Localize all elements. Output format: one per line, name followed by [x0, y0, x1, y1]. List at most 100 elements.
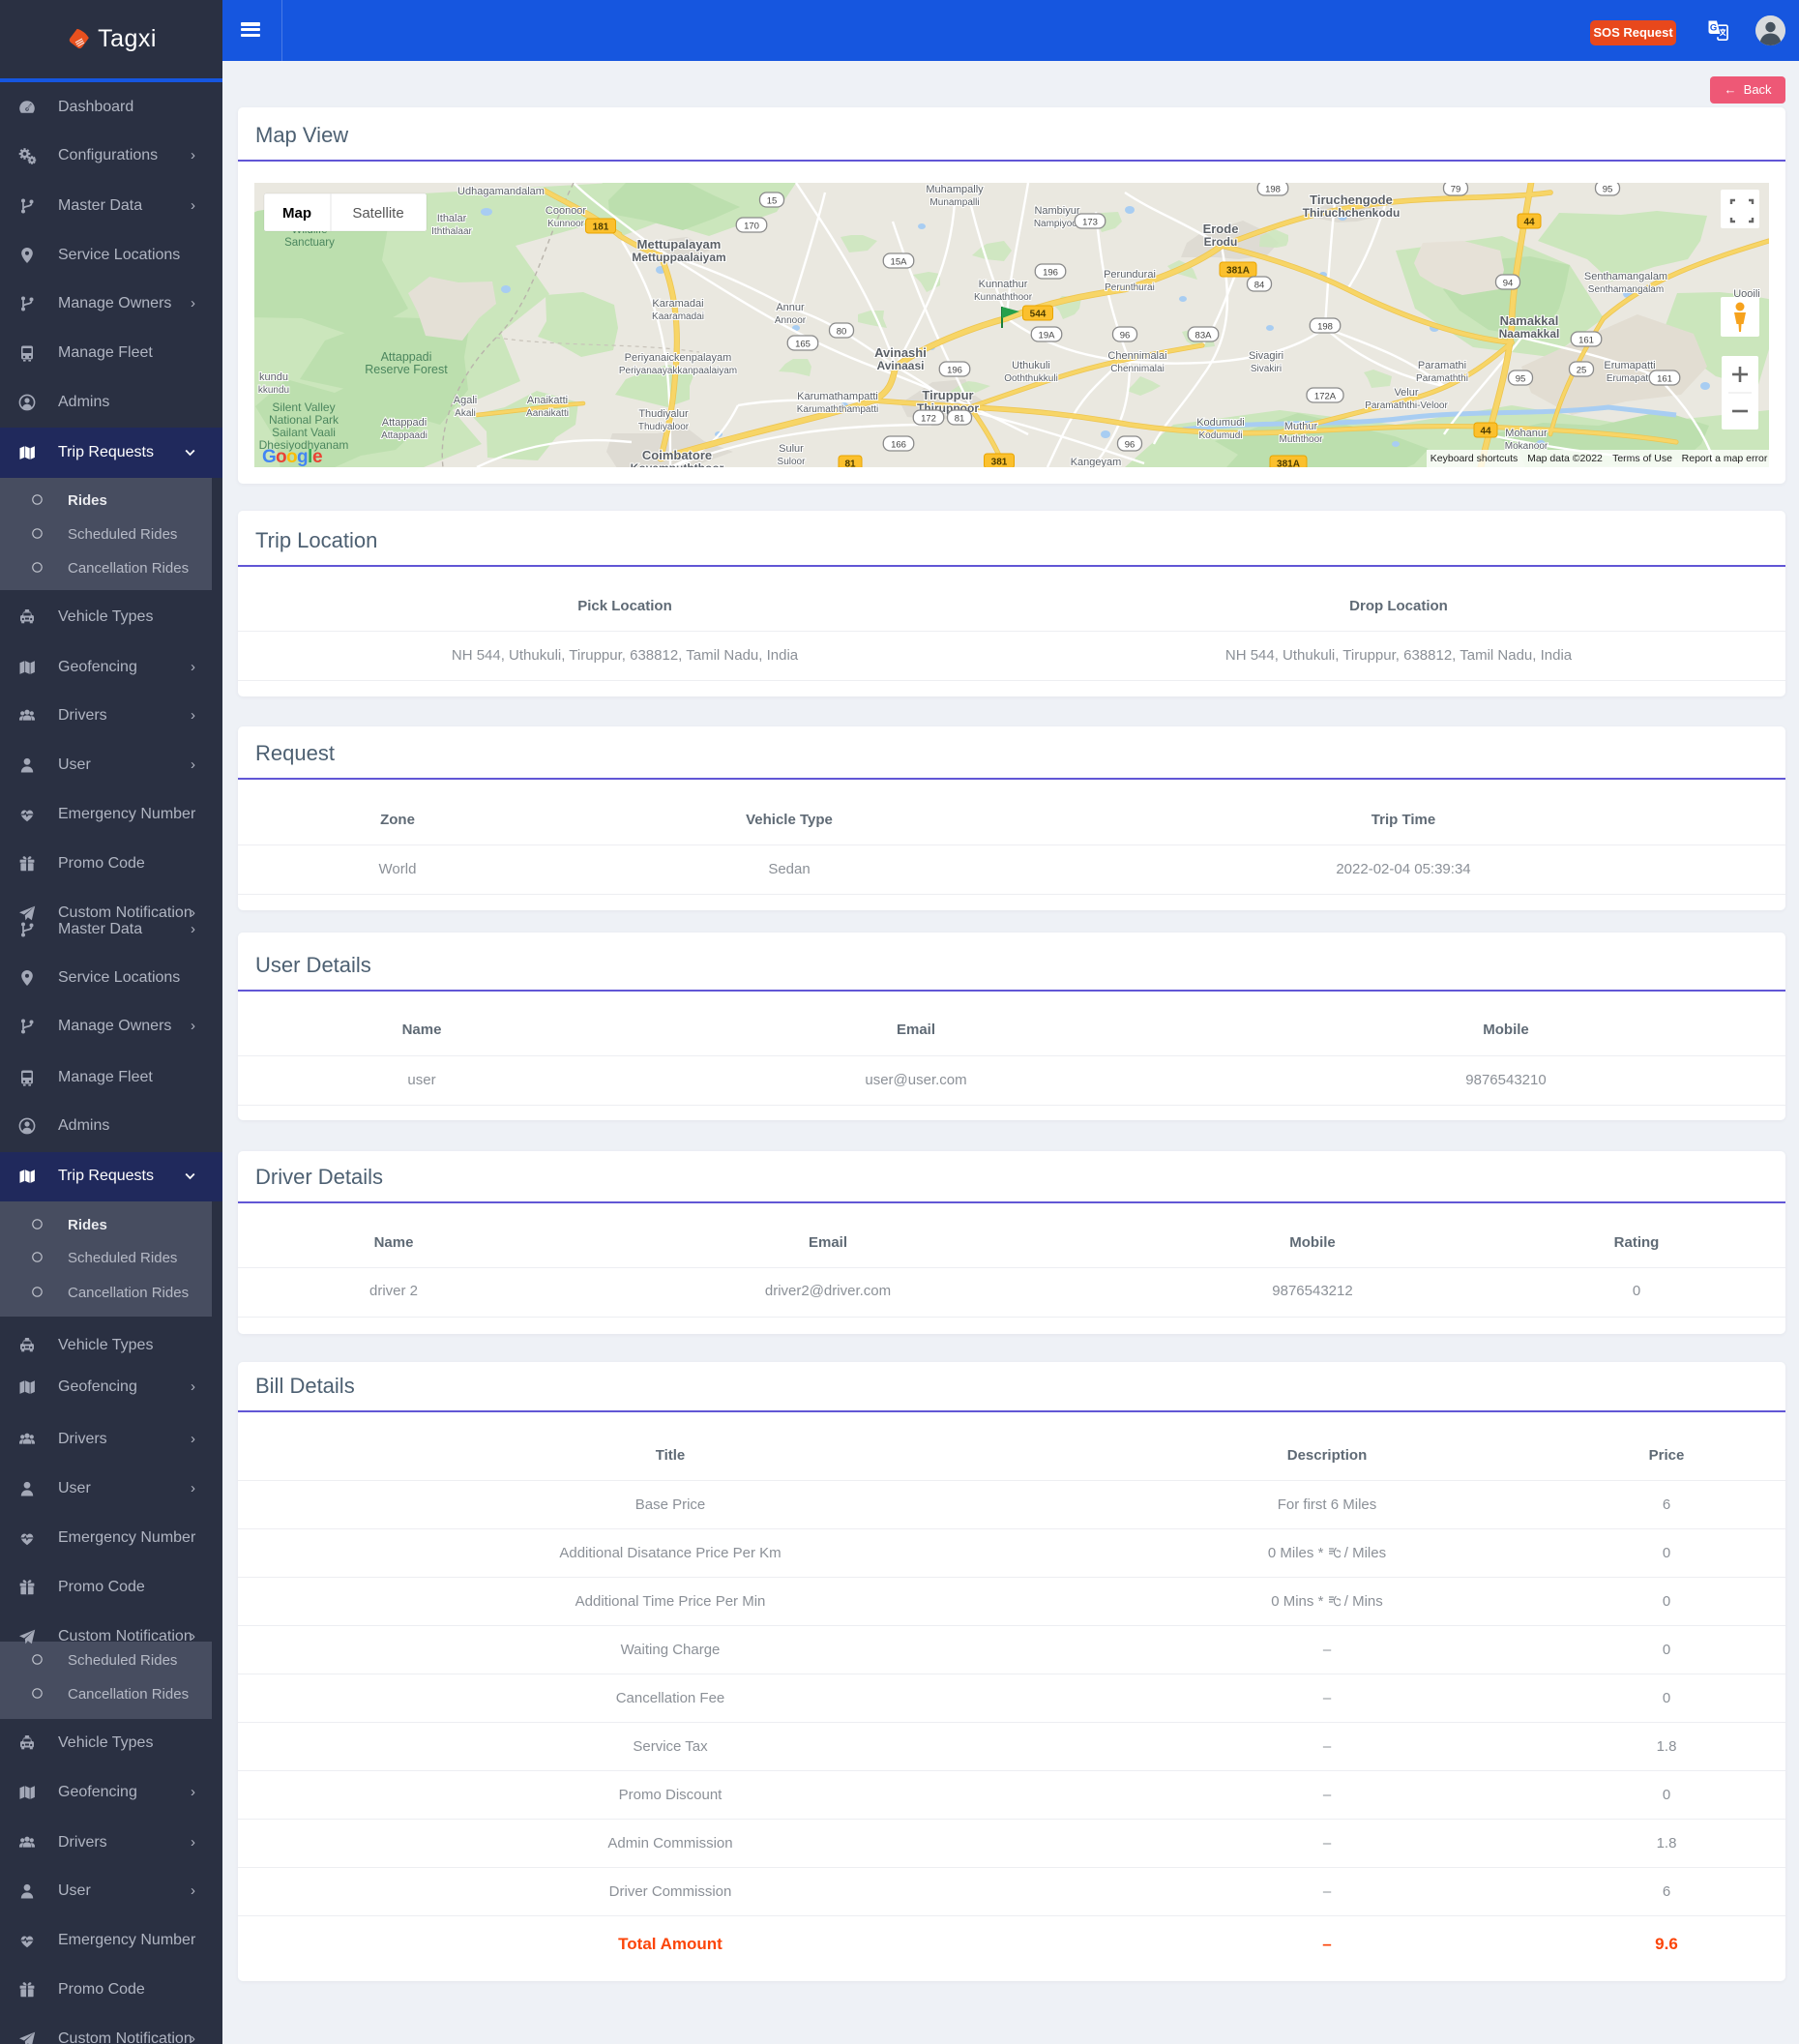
svg-text:Suloor: Suloor — [778, 457, 807, 467]
svg-text:Munampalli: Munampalli — [929, 197, 979, 208]
svg-text:Mettupalayam: Mettupalayam — [637, 237, 722, 252]
svg-text:Mettuppaalaiyam: Mettuppaalaiyam — [632, 251, 725, 264]
svg-text:Avinaasi: Avinaasi — [877, 359, 925, 372]
svg-text:80: 80 — [837, 327, 847, 338]
svg-text:Sivagiri: Sivagiri — [1249, 350, 1283, 362]
svg-text:15A: 15A — [891, 257, 908, 268]
svg-text:Paramathi: Paramathi — [1418, 360, 1466, 371]
svg-text:Avinashi: Avinashi — [874, 345, 927, 360]
svg-text:Map data ©2022: Map data ©2022 — [1527, 453, 1603, 464]
svg-text:Kodumudi: Kodumudi — [1196, 417, 1245, 429]
svg-text:19A: 19A — [1039, 331, 1056, 341]
svg-text:Chennimalai: Chennimalai — [1110, 364, 1165, 374]
svg-text:Kaaramadai: Kaaramadai — [652, 311, 704, 322]
svg-text:Karumathampatti: Karumathampatti — [797, 391, 878, 402]
svg-text:Karumaththampatti: Karumaththampatti — [797, 404, 879, 415]
svg-text:o: o — [276, 447, 287, 467]
svg-text:e: e — [312, 447, 323, 467]
svg-text:Kodumudi: Kodumudi — [1198, 430, 1242, 441]
svg-text:Senthamangalam: Senthamangalam — [1584, 271, 1667, 282]
svg-text:381: 381 — [991, 458, 1008, 468]
svg-text:Kunnathur: Kunnathur — [979, 279, 1028, 290]
svg-text:Terms of Use: Terms of Use — [1612, 453, 1672, 464]
svg-text:198: 198 — [1265, 185, 1281, 195]
svg-text:Attappadi: Attappadi — [381, 350, 432, 364]
svg-text:Sulur: Sulur — [779, 443, 804, 455]
svg-text:166: 166 — [891, 440, 906, 451]
svg-text:Erode: Erode — [1203, 222, 1239, 236]
svg-text:Udhagamandalam: Udhagamandalam — [457, 186, 545, 197]
svg-text:Satellite: Satellite — [352, 205, 403, 222]
svg-text:Sivakiri: Sivakiri — [1251, 364, 1282, 374]
svg-text:25: 25 — [1577, 366, 1587, 376]
svg-text:Erumapatti: Erumapatti — [1604, 360, 1655, 371]
svg-text:o: o — [286, 447, 298, 467]
svg-text:Coonoor: Coonoor — [546, 205, 587, 217]
svg-text:kundu: kundu — [259, 371, 288, 383]
svg-text:Erodu: Erodu — [1204, 235, 1238, 249]
svg-text:165: 165 — [795, 340, 811, 350]
svg-text:Perunthurai: Perunthurai — [1105, 282, 1155, 293]
svg-text:Silent Valley: Silent Valley — [272, 400, 335, 414]
svg-text:95: 95 — [1603, 185, 1613, 195]
svg-text:81: 81 — [955, 414, 965, 425]
svg-text:Paramaththi: Paramaththi — [1416, 373, 1468, 384]
svg-text:Mohanur: Mohanur — [1505, 428, 1548, 439]
svg-text:G: G — [1710, 23, 1717, 34]
svg-text:Iththalaar: Iththalaar — [431, 226, 472, 237]
svg-text:Thiruchchenkodu: Thiruchchenkodu — [1303, 206, 1401, 220]
svg-text:181: 181 — [593, 222, 609, 233]
svg-text:381A: 381A — [1277, 459, 1300, 468]
svg-text:Chennimalai: Chennimalai — [1107, 350, 1166, 362]
svg-text:15: 15 — [767, 196, 778, 207]
svg-text:Karamadai: Karamadai — [652, 298, 703, 310]
svg-text:196: 196 — [947, 366, 962, 376]
svg-text:Map: Map — [282, 205, 311, 222]
svg-text:Annoor: Annoor — [775, 315, 807, 326]
svg-text:Ithalar: Ithalar — [437, 213, 467, 224]
svg-text:94: 94 — [1503, 279, 1514, 289]
svg-text:Thudiyaloor: Thudiyaloor — [638, 422, 690, 432]
svg-text:Paramaththi-Veloor: Paramaththi-Veloor — [1365, 400, 1448, 411]
svg-text:96: 96 — [1125, 440, 1135, 451]
svg-text:Attappadi: Attappadi — [382, 417, 427, 429]
svg-text:Reserve Forest: Reserve Forest — [365, 363, 448, 376]
svg-text:Tiruppur: Tiruppur — [922, 388, 973, 402]
svg-text:173: 173 — [1082, 218, 1098, 228]
svg-text:172A: 172A — [1314, 392, 1337, 402]
svg-text:544: 544 — [1030, 310, 1047, 320]
svg-text:Koyampuththoor: Koyampuththoor — [631, 461, 724, 467]
svg-text:172: 172 — [921, 414, 936, 425]
svg-text:83A: 83A — [1195, 331, 1213, 341]
svg-text:95: 95 — [1516, 374, 1526, 385]
svg-text:Kangeyam: Kangeyam — [1071, 457, 1122, 467]
svg-text:198: 198 — [1317, 322, 1333, 333]
svg-text:Aanaikatti: Aanaikatti — [526, 408, 569, 419]
svg-text:Kunnoor: Kunnoor — [547, 219, 584, 229]
svg-text:Velur: Velur — [1394, 387, 1418, 399]
svg-text:Thudiyalur: Thudiyalur — [638, 408, 689, 420]
svg-text:Periyanaickenpalayam: Periyanaickenpalayam — [625, 352, 732, 364]
svg-text:84: 84 — [1254, 281, 1265, 291]
svg-text:Nampiyoor: Nampiyoor — [1034, 219, 1081, 229]
svg-text:Naamakkal: Naamakkal — [1499, 327, 1560, 341]
svg-text:81: 81 — [844, 459, 856, 468]
svg-text:Nambiyur: Nambiyur — [1034, 205, 1079, 217]
svg-text:Akali: Akali — [455, 408, 476, 419]
svg-text:196: 196 — [1043, 268, 1058, 279]
svg-text:Namakkal: Namakkal — [1500, 313, 1559, 328]
svg-text:79: 79 — [1451, 185, 1461, 195]
svg-text:G: G — [262, 447, 277, 467]
svg-text:Muththoor: Muththoor — [1279, 434, 1323, 445]
svg-text:Tiruchengode: Tiruchengode — [1310, 193, 1393, 207]
svg-text:Muhampally: Muhampally — [926, 184, 984, 195]
svg-text:g: g — [297, 447, 309, 467]
svg-text:44: 44 — [1523, 218, 1535, 228]
svg-text:kkundu: kkundu — [258, 385, 289, 396]
svg-text:Coimbatore: Coimbatore — [642, 448, 712, 462]
svg-text:Periyanaayakkanpaalaiyam: Periyanaayakkanpaalaiyam — [619, 366, 737, 376]
svg-text:381A: 381A — [1226, 266, 1250, 277]
svg-text:Erumapatti: Erumapatti — [1607, 373, 1653, 384]
svg-text:Senthamangalam: Senthamangalam — [1588, 284, 1664, 295]
svg-text:96: 96 — [1120, 331, 1131, 341]
